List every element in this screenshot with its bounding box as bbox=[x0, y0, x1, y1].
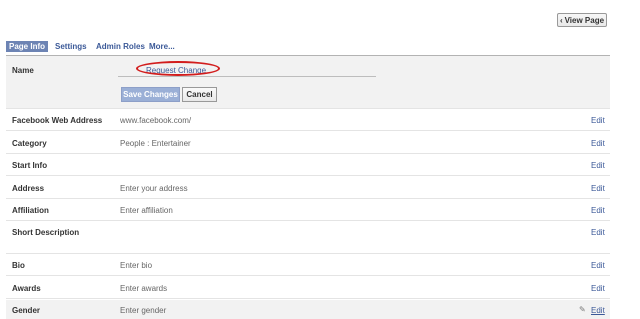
address-value[interactable]: Enter your address bbox=[120, 184, 188, 193]
row-separator bbox=[6, 108, 610, 109]
awards-edit-link[interactable]: Edit bbox=[591, 284, 605, 293]
gender-edit-link[interactable]: Edit bbox=[591, 306, 605, 315]
row-separator bbox=[6, 298, 610, 299]
row-separator bbox=[6, 198, 610, 199]
tab-page-info[interactable]: Page Info bbox=[6, 41, 49, 52]
view-page-label: View Page bbox=[564, 15, 605, 25]
affiliation-label: Affiliation bbox=[12, 206, 49, 215]
short-description-label: Short Description bbox=[12, 228, 80, 237]
start-info-edit-link[interactable]: Edit bbox=[591, 161, 605, 170]
row-separator bbox=[6, 220, 610, 221]
affiliation-edit-link[interactable]: Edit bbox=[591, 206, 605, 215]
cancel-button[interactable]: Cancel bbox=[182, 87, 217, 102]
tab-more[interactable]: More... bbox=[146, 41, 178, 52]
affiliation-value[interactable]: Enter affiliation bbox=[120, 206, 173, 215]
tab-settings[interactable]: Settings bbox=[52, 41, 90, 52]
bio-label: Bio bbox=[12, 261, 25, 270]
web-address-label: Facebook Web Address bbox=[12, 116, 103, 125]
start-info-label: Start Info bbox=[12, 161, 48, 170]
row-separator bbox=[6, 275, 610, 276]
category-edit-link[interactable]: Edit bbox=[591, 139, 605, 148]
row-separator bbox=[6, 130, 610, 131]
category-value: People : Entertainer bbox=[120, 139, 191, 148]
name-edit-section bbox=[6, 56, 610, 108]
address-edit-link[interactable]: Edit bbox=[591, 184, 605, 193]
view-page-button[interactable]: ‹ View Page bbox=[557, 13, 607, 27]
row-separator bbox=[6, 175, 610, 176]
awards-label: Awards bbox=[12, 284, 41, 293]
save-changes-button[interactable]: Save Changes bbox=[121, 87, 180, 102]
gender-label: Gender bbox=[12, 306, 41, 315]
pencil-icon[interactable]: ✎ bbox=[579, 305, 586, 314]
name-label: Name bbox=[12, 66, 34, 75]
web-address-edit-link[interactable]: Edit bbox=[591, 116, 605, 125]
chevron-left-icon: ‹ bbox=[559, 15, 563, 25]
tab-admin-roles[interactable]: Admin Roles bbox=[93, 41, 148, 52]
bio-value[interactable]: Enter bio bbox=[120, 261, 152, 270]
short-description-edit-link[interactable]: Edit bbox=[591, 228, 605, 237]
gender-row-hover bbox=[6, 300, 610, 319]
web-address-value: www.facebook.com/ bbox=[120, 116, 192, 125]
highlight-oval-annotation bbox=[136, 61, 220, 76]
address-label: Address bbox=[12, 184, 45, 193]
row-separator bbox=[6, 153, 610, 154]
row-separator bbox=[6, 253, 610, 254]
gender-value[interactable]: Enter gender bbox=[120, 306, 166, 315]
awards-value[interactable]: Enter awards bbox=[120, 284, 167, 293]
name-field[interactable] bbox=[118, 76, 376, 77]
bio-edit-link[interactable]: Edit bbox=[591, 261, 605, 270]
category-label: Category bbox=[12, 139, 47, 148]
